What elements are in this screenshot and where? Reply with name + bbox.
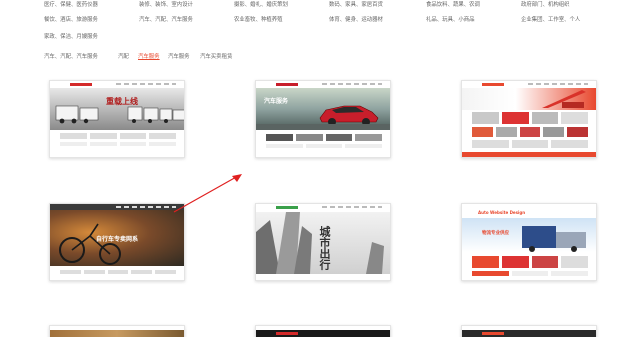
category-link[interactable]: 摄影、婚礼、婚庆策划: [234, 0, 288, 10]
hero-headline: 城市出行: [318, 226, 331, 270]
category-link[interactable]: 食品饮料、蔬果、农调: [426, 0, 480, 10]
hero-image: 汽车服务: [256, 88, 390, 130]
nav-placeholder: [116, 83, 176, 85]
content-row: [60, 270, 176, 274]
logo-text: Auto Website Design: [478, 210, 526, 215]
category-link[interactable]: 家政、保洁、月嫂服务: [44, 32, 98, 42]
template-thumbnail[interactable]: 汽车服务: [255, 80, 391, 158]
category-link[interactable]: 数码、家具、家居百货: [329, 0, 383, 10]
template-thumbnail[interactable]: [461, 80, 597, 158]
nav-placeholder: [322, 206, 382, 208]
content-row: [60, 133, 176, 139]
filter-item-active[interactable]: 汽车服务: [138, 52, 160, 62]
content-row: [472, 271, 589, 276]
hero-headline: 重载上线: [106, 96, 138, 106]
subcategory-filter: 汽车、汽配、汽车服务 汽配 汽车服务 汽车服务 汽车买卖租赁: [44, 52, 444, 62]
category-link[interactable]: 装修、装饰、室内设计: [139, 0, 193, 10]
hero-image: 物流专业供应: [462, 218, 596, 252]
content-row: [266, 144, 383, 148]
template-thumbnail[interactable]: [255, 325, 391, 337]
truck-fleet-image: [50, 88, 184, 130]
hero-headline: 自行车专卖网系: [96, 236, 139, 243]
content-row: [472, 140, 589, 148]
logo-placeholder: [276, 83, 298, 86]
category-link[interactable]: 礼品、玩具、小商品: [426, 15, 475, 25]
logo-placeholder: [70, 83, 92, 86]
hero-image: [462, 88, 596, 110]
footer-bar: [462, 152, 596, 157]
filter-item[interactable]: 汽车服务: [168, 52, 190, 62]
content-row: [472, 256, 588, 268]
hero-image: 自行车专卖网系: [50, 210, 184, 266]
logo-placeholder: [482, 83, 504, 86]
category-link[interactable]: 餐饮、酒店、旅游服务: [44, 15, 98, 25]
filter-item[interactable]: 汽车买卖租赁: [200, 52, 232, 62]
hero-image: 重载上线: [50, 88, 184, 130]
template-thumbnail[interactable]: 重载上线: [49, 80, 185, 158]
category-link[interactable]: 企业集团、工作室、个人: [521, 15, 580, 25]
hero-image: 城市出行: [256, 212, 390, 274]
category-link[interactable]: 汽车、汽配、汽车服务: [139, 15, 193, 25]
template-thumbnail[interactable]: [49, 325, 185, 337]
content-row: [60, 142, 176, 146]
category-link[interactable]: 农业畜牧、种植养殖: [234, 15, 283, 25]
nav-placeholder: [322, 83, 382, 85]
nav-placeholder: [116, 206, 176, 208]
category-link[interactable]: 政府部门、机构组织: [521, 0, 570, 10]
template-thumbnail[interactable]: Auto Website Design 物流专业供应: [461, 203, 597, 281]
hero-headline: 物流专业供应: [482, 231, 509, 236]
category-row: 餐饮、酒店、旅游服务 汽车、汽配、汽车服务 农业畜牧、种植养殖 体育、健身、运动…: [44, 15, 624, 25]
category-link[interactable]: 医疗、保健、医药仪器: [44, 0, 98, 10]
annotation-arrow-icon: [173, 174, 242, 213]
hero-image: [50, 330, 184, 337]
category-row: 医疗、保健、医药仪器 装修、装饰、室内设计 摄影、婚礼、婚庆策划 数码、家具、家…: [44, 0, 624, 10]
filter-item[interactable]: 汽配: [118, 52, 129, 62]
hero-headline: 汽车服务: [264, 98, 289, 105]
category-row: 家政、保洁、月嫂服务: [44, 32, 624, 42]
logo-placeholder: [276, 332, 298, 335]
logo-placeholder: [276, 206, 298, 209]
logo-placeholder: [482, 332, 504, 335]
crane-image: [542, 90, 586, 108]
template-thumbnail[interactable]: 城市出行: [255, 203, 391, 281]
template-thumbnail[interactable]: [461, 325, 597, 337]
nav-placeholder: [528, 83, 588, 85]
red-car-image: [256, 105, 390, 130]
template-thumbnail[interactable]: 自行车专卖网系: [49, 203, 185, 281]
content-row: [472, 112, 588, 124]
filter-parent-label: 汽车、汽配、汽车服务: [44, 54, 98, 60]
content-row: [266, 134, 382, 141]
content-row: [472, 127, 588, 137]
category-link[interactable]: 体育、健身、运动器材: [329, 15, 383, 25]
